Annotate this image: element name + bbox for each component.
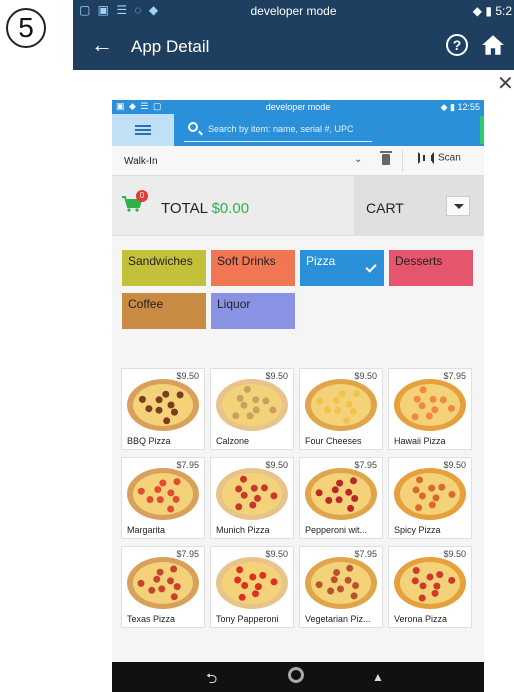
outer-status-title: developer mode bbox=[250, 4, 337, 18]
product-price: $9.50 bbox=[175, 371, 200, 381]
chevron-down-icon[interactable]: ⌄ bbox=[354, 154, 362, 165]
category-label: Pizza bbox=[306, 254, 336, 268]
device-wifi-icon: ◆ bbox=[440, 102, 448, 112]
recents-nav-icon[interactable]: ▲ bbox=[372, 670, 384, 684]
product-card[interactable]: $7.95 Vegetarian Piz... bbox=[299, 546, 383, 628]
product-price: $7.95 bbox=[353, 549, 378, 559]
wifi-icon: ◆ bbox=[472, 4, 483, 18]
product-price: $9.50 bbox=[442, 549, 467, 559]
device-battery-icon: ▮ bbox=[450, 102, 455, 112]
back-arrow-icon[interactable]: ← bbox=[91, 34, 113, 56]
category-soft-drinks[interactable]: Soft Drinks bbox=[211, 250, 295, 286]
category-label: Desserts bbox=[395, 254, 443, 268]
cart-count-badge: 0 bbox=[136, 190, 148, 202]
device-status-title: developer mode bbox=[265, 102, 331, 112]
home-nav-icon[interactable] bbox=[288, 667, 304, 683]
back-nav-icon[interactable]: ⮌ bbox=[206, 668, 217, 692]
category-coffee[interactable]: Coffee bbox=[122, 293, 206, 329]
product-name: Verona Pizza bbox=[394, 614, 448, 624]
product-card[interactable]: $9.50 Tony Papperoni bbox=[210, 546, 294, 628]
cart-panel[interactable]: CART bbox=[354, 176, 484, 236]
product-price: $9.50 bbox=[353, 371, 378, 381]
android-nav-bar: ⮌ ▲ bbox=[112, 662, 484, 692]
product-card[interactable]: $7.95 Texas Pizza bbox=[121, 546, 205, 628]
customer-select[interactable]: Walk-In bbox=[124, 156, 158, 167]
app-bar: ← App Detail ? bbox=[73, 22, 514, 70]
product-name: Margarita bbox=[127, 525, 166, 535]
product-name: Four Cheeses bbox=[305, 436, 362, 446]
product-card[interactable]: $9.50 BBQ Pizza bbox=[121, 368, 205, 450]
trash-icon[interactable] bbox=[380, 151, 392, 165]
product-price: $9.50 bbox=[264, 549, 289, 559]
category-label: Sandwiches bbox=[128, 254, 193, 268]
total-value: $0.00 bbox=[211, 200, 250, 217]
checkmark-icon bbox=[365, 261, 377, 273]
product-price: $7.95 bbox=[175, 460, 200, 470]
scan-label: Scan bbox=[438, 152, 461, 164]
product-name: Spicy Pizza bbox=[394, 525, 441, 535]
category-label: Soft Drinks bbox=[217, 254, 276, 268]
product-name: Calzone bbox=[216, 436, 250, 446]
category-label: Liquor bbox=[217, 297, 251, 311]
product-price: $7.95 bbox=[175, 549, 200, 559]
search-input[interactable]: Search by item: name, serial #, UPC bbox=[184, 118, 372, 142]
device-screenshot: ▣ ◆ ☰ ▢ developer mode ◆ ▮ 12:55 Search … bbox=[112, 100, 484, 692]
product-card[interactable]: $9.50 Spicy Pizza bbox=[388, 457, 472, 539]
barcode-scan-icon bbox=[418, 152, 434, 164]
hamburger-icon bbox=[135, 125, 151, 127]
product-name: Texas Pizza bbox=[127, 614, 176, 624]
menu-button[interactable] bbox=[112, 114, 174, 146]
product-name: BBQ Pizza bbox=[127, 436, 171, 446]
category-label: Coffee bbox=[128, 297, 164, 311]
total-text: TOTAL bbox=[161, 200, 208, 217]
product-price: $9.50 bbox=[264, 371, 289, 381]
outer-status-time: 5:2 bbox=[495, 4, 512, 18]
category-pizza[interactable]: Pizza bbox=[300, 250, 384, 286]
app-bar-title: App Detail bbox=[131, 37, 210, 56]
device-status-time: 12:55 bbox=[457, 102, 480, 112]
scan-button[interactable]: Scan bbox=[418, 152, 461, 170]
product-card[interactable]: $9.50 Verona Pizza bbox=[388, 546, 472, 628]
help-icon[interactable]: ? bbox=[446, 34, 468, 56]
search-bar: Search by item: name, serial #, UPC bbox=[112, 114, 484, 146]
category-liquor[interactable]: Liquor bbox=[211, 293, 295, 329]
product-price: $7.95 bbox=[442, 371, 467, 381]
outer-status-right: ◆ ▮ 5:2 bbox=[473, 4, 512, 18]
close-icon[interactable]: ✕ bbox=[497, 74, 514, 94]
product-name: Hawaii Pizza bbox=[394, 436, 446, 446]
outer-status-bar: ▢ ▣ ☰ ◌ ◆ developer mode ◆ ▮ 5:2 bbox=[73, 0, 514, 22]
product-name: Vegetarian Piz... bbox=[305, 614, 371, 624]
product-card[interactable]: $7.95 Margarita bbox=[121, 457, 205, 539]
cart-label: CART bbox=[366, 200, 404, 216]
divider bbox=[402, 150, 403, 172]
product-price: $9.50 bbox=[264, 460, 289, 470]
search-placeholder: Search by item: name, serial #, UPC bbox=[208, 124, 354, 134]
category-desserts[interactable]: Desserts bbox=[389, 250, 473, 286]
battery-icon: ▮ bbox=[485, 4, 492, 18]
product-price: $9.50 bbox=[442, 460, 467, 470]
product-card[interactable]: $7.95 Hawaii Pizza bbox=[388, 368, 472, 450]
product-card[interactable]: $7.95 Pepperoni wit... bbox=[299, 457, 383, 539]
search-icon bbox=[188, 122, 198, 132]
green-edge-tab bbox=[480, 116, 484, 144]
step-number-badge: 5 bbox=[6, 8, 46, 48]
device-status-bar: ▣ ◆ ☰ ▢ developer mode ◆ ▮ 12:55 bbox=[112, 100, 484, 114]
product-name: Munich Pizza bbox=[216, 525, 270, 535]
total-row: 0 TOTAL $0.00 CART bbox=[112, 176, 484, 236]
product-name: Pepperoni wit... bbox=[305, 525, 368, 535]
home-icon[interactable] bbox=[480, 32, 506, 58]
product-card[interactable]: $9.50 Munich Pizza bbox=[210, 457, 294, 539]
cart-dropdown-button[interactable] bbox=[446, 196, 470, 216]
customer-row: Walk-In ⌄ Scan bbox=[112, 146, 484, 176]
device-status-right: ◆ ▮ 12:55 bbox=[441, 102, 480, 113]
product-card[interactable]: $9.50 Four Cheeses bbox=[299, 368, 383, 450]
product-name: Tony Papperoni bbox=[216, 614, 279, 624]
product-price: $7.95 bbox=[353, 460, 378, 470]
product-card[interactable]: $9.50 Calzone bbox=[210, 368, 294, 450]
total-label: TOTAL $0.00 bbox=[161, 200, 249, 217]
category-sandwiches[interactable]: Sandwiches bbox=[122, 250, 206, 286]
